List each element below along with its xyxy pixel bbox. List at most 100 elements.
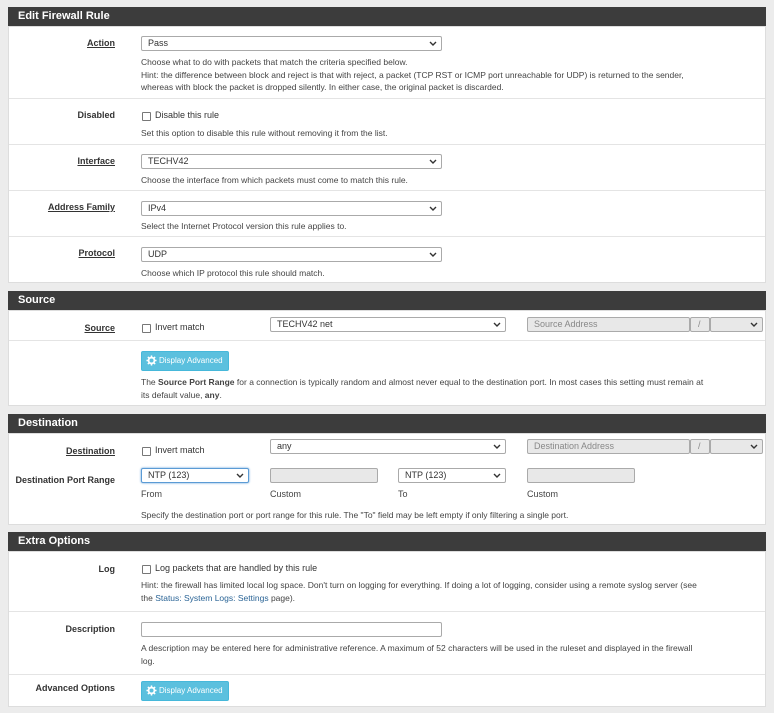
description-row: Description A description may be entered… — [9, 612, 765, 675]
edit-rule-header: Edit Firewall Rule — [8, 7, 766, 26]
destination-port-row: Destination Port Range NTP (123) NTP (12… — [9, 462, 765, 526]
custom-to-caption: Custom — [527, 489, 559, 499]
source-panel: Source Invert match TECHV42 net Source A… — [8, 310, 766, 406]
interface-select-value: TECHV42 — [148, 156, 189, 166]
destination-port-to-select[interactable]: NTP (123) — [398, 468, 506, 483]
destination-port-to-custom-input[interactable] — [527, 468, 635, 483]
source-slash-text: / — [698, 319, 701, 329]
source-help-line2-bold: any — [204, 389, 220, 400]
chevron-down-icon — [492, 318, 502, 331]
destination-address-input[interactable]: Destination Address — [527, 439, 690, 454]
description-input[interactable] — [141, 622, 442, 637]
destination-invert-label: Invert match — [155, 445, 205, 455]
source-invert-checkbox[interactable] — [142, 324, 151, 333]
extra-options-title: Extra Options — [18, 535, 91, 547]
chevron-down-icon — [492, 469, 502, 482]
chevron-down-icon — [749, 440, 759, 453]
edit-rule-panel: Action Pass Choose what to do with packe… — [8, 26, 766, 283]
log-row: Log Log packets that are handled by this… — [9, 552, 765, 612]
source-title: Source — [18, 294, 56, 306]
log-checkbox-label: Log packets that are handled by this rul… — [155, 563, 318, 573]
destination-port-from-select[interactable]: NTP (123) — [141, 468, 249, 483]
action-select-value: Pass — [148, 38, 169, 48]
log-help-pre: the — [141, 592, 156, 603]
protocol-row: Protocol UDP Choose which IP protocol th… — [9, 237, 765, 283]
advanced-options-row: Advanced Options Display Advanced — [9, 675, 765, 708]
action-label: Action — [87, 38, 115, 48]
log-help: Hint: the firewall has limited local log… — [141, 579, 761, 604]
source-display-advanced-button[interactable]: Display Advanced — [141, 351, 229, 371]
interface-label: Interface — [77, 156, 115, 166]
system-logs-settings-link[interactable]: Status: System Logs: Settings — [155, 593, 268, 603]
destination-type-value: any — [277, 441, 292, 451]
action-row: Action Pass Choose what to do with packe… — [9, 27, 765, 99]
destination-port-to-value: NTP (123) — [405, 470, 447, 480]
action-help: Choose what to do with packets that matc… — [141, 56, 761, 94]
source-display-advanced-label: Display Advanced — [159, 356, 223, 365]
destination-slash: / — [690, 439, 710, 454]
advanced-options-display-advanced-button[interactable]: Display Advanced — [141, 681, 229, 701]
action-help-line1: Choose what to do with packets that matc… — [141, 57, 408, 67]
disable-rule-checkbox[interactable] — [142, 112, 151, 121]
source-address-input[interactable]: Source Address — [527, 317, 690, 332]
extra-options-header: Extra Options — [8, 532, 766, 551]
address-family-select-value: IPv4 — [148, 203, 167, 213]
gear-icon — [146, 355, 157, 366]
disable-rule-checkbox-label: Disable this rule — [155, 110, 220, 120]
destination-address-placeholder: Destination Address — [534, 441, 615, 451]
log-help-line1: Hint: the firewall has limited local log… — [141, 580, 697, 590]
disabled-row: Disabled Disable this rule Set this opti… — [9, 99, 765, 145]
gear-icon — [146, 685, 157, 696]
source-help: The Source Port Range for a connection i… — [141, 376, 761, 401]
chevron-down-icon — [749, 318, 759, 331]
protocol-select-value: UDP — [148, 249, 168, 259]
chevron-down-icon — [428, 248, 438, 261]
source-mask-select[interactable] — [710, 317, 763, 332]
extra-options-panel: Log Log packets that are handled by this… — [8, 551, 766, 707]
address-family-row: Address Family IPv4 Select the Internet … — [9, 191, 765, 237]
source-type-select[interactable]: TECHV42 net — [270, 317, 506, 332]
disabled-help: Set this option to disable this rule wit… — [141, 128, 388, 138]
source-help-pre: The — [141, 377, 159, 387]
address-family-select[interactable]: IPv4 — [141, 201, 442, 216]
description-help-line2: log. — [141, 655, 155, 666]
description-help: A description may be entered here for ad… — [141, 642, 761, 667]
chevron-down-icon — [428, 155, 438, 168]
destination-panel: Destination Invert match any Destination… — [8, 433, 766, 525]
source-label: Source — [84, 323, 115, 333]
log-help-post: page). — [268, 592, 296, 603]
edit-rule-title: Edit Firewall Rule — [18, 10, 110, 22]
destination-mask-select[interactable] — [710, 439, 763, 454]
source-type-value: TECHV42 net — [277, 319, 333, 329]
destination-type-select[interactable]: any — [270, 439, 506, 454]
action-help-line2: Hint: the difference between block and r… — [141, 69, 684, 80]
destination-port-from-value: NTP (123) — [148, 470, 190, 480]
destination-slash-text: / — [698, 441, 701, 451]
destination-port-help: Specify the destination port or port ran… — [141, 510, 569, 520]
destination-header: Destination — [8, 414, 766, 433]
chevron-down-icon — [428, 37, 438, 50]
chevron-down-icon — [235, 469, 245, 482]
log-label: Log — [98, 564, 116, 574]
log-checkbox[interactable] — [142, 565, 151, 574]
protocol-select[interactable]: UDP — [141, 247, 442, 262]
to-caption: To — [398, 489, 408, 499]
chevron-down-icon — [492, 440, 502, 453]
destination-port-from-custom-input[interactable] — [270, 468, 378, 483]
description-label: Description — [65, 624, 115, 634]
interface-row: Interface TECHV42 Choose the interface f… — [9, 145, 765, 191]
destination-title: Destination — [18, 417, 78, 429]
source-help-mid: for a connection is typically random and… — [234, 377, 704, 387]
destination-invert-checkbox[interactable] — [142, 447, 151, 456]
protocol-help: Choose which IP protocol this rule shoul… — [141, 268, 325, 278]
interface-select[interactable]: TECHV42 — [141, 154, 442, 169]
protocol-label: Protocol — [78, 248, 115, 258]
source-help-line2-post: . — [219, 389, 222, 400]
source-advanced-row: Display Advanced The Source Port Range f… — [9, 341, 765, 407]
destination-label: Destination — [65, 446, 115, 456]
description-help-line1: A description may be entered here for ad… — [141, 643, 693, 653]
source-help-line2-pre: its default value, — [141, 389, 205, 400]
source-address-placeholder: Source Address — [534, 319, 598, 329]
chevron-down-icon — [428, 202, 438, 215]
action-select[interactable]: Pass — [141, 36, 442, 51]
